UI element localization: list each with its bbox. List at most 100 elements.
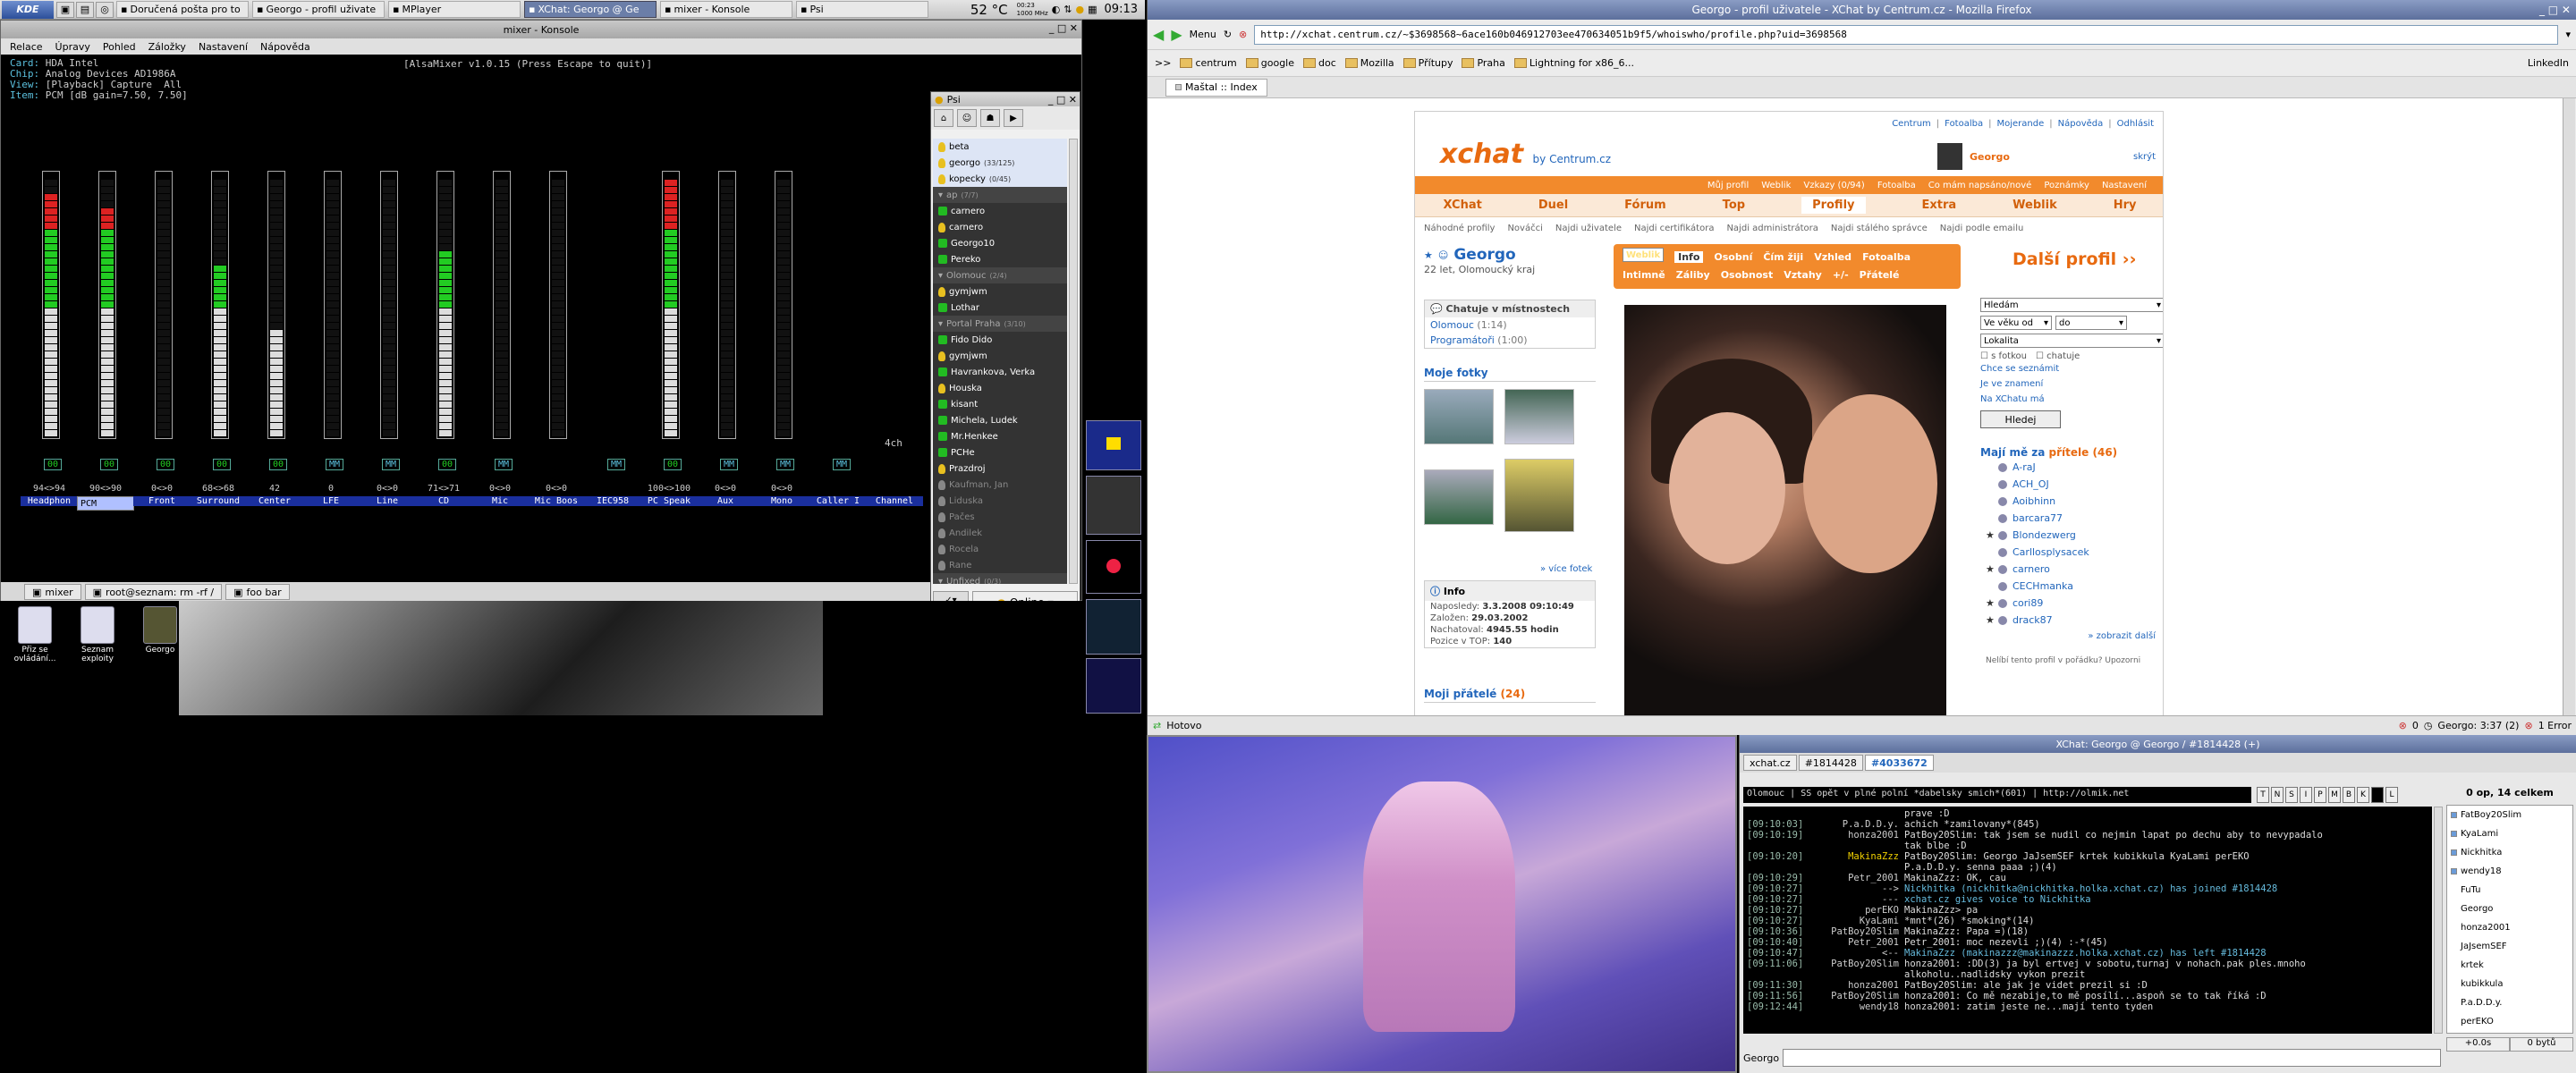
location-select[interactable]: Lokalita ▾ bbox=[1980, 334, 2163, 348]
roster-item[interactable]: gymjwm bbox=[933, 348, 1067, 364]
mute-indicator[interactable]: MM bbox=[495, 459, 513, 470]
subnav-item[interactable]: Najdi uživatele bbox=[1555, 224, 1622, 233]
channel-name[interactable]: Line bbox=[359, 496, 416, 506]
next-profile-link[interactable]: Další profil ›› bbox=[2012, 249, 2136, 269]
profile-photo[interactable] bbox=[1624, 305, 1946, 715]
chatting-checkbox[interactable]: ☐ chatuje bbox=[2036, 351, 2080, 361]
desktop-icon-1[interactable]: Přiz se ovládání... bbox=[7, 606, 63, 663]
mode-button[interactable]: L bbox=[2385, 787, 2398, 803]
profile-tab[interactable]: Weblik bbox=[1623, 248, 1665, 262]
subnav-item[interactable]: Najdi podle emailu bbox=[1940, 224, 2024, 233]
friend-item[interactable]: Aoibhinn bbox=[1980, 493, 2163, 510]
nav-item[interactable]: Hry bbox=[2114, 199, 2137, 212]
mixer-channel-bar[interactable] bbox=[267, 171, 289, 439]
mode-button[interactable]: N bbox=[2271, 787, 2284, 803]
channel-name[interactable]: PCM bbox=[77, 496, 134, 511]
user-list-item[interactable]: kubikkula bbox=[2447, 975, 2572, 993]
kde-menu-button[interactable]: KDE bbox=[2, 0, 54, 19]
user-list-item[interactable]: JaJsemSEF bbox=[2447, 937, 2572, 956]
user-menu-link[interactable]: Vzkazy (0/94) bbox=[1803, 181, 1864, 190]
roster-item[interactable]: kisant bbox=[933, 396, 1067, 412]
clock[interactable]: 09:13 bbox=[1101, 3, 1141, 16]
roster-item[interactable]: gymjwm bbox=[933, 283, 1067, 300]
konsole-titlebar[interactable]: mixer - Konsole _ □ ✕ bbox=[1, 21, 1081, 38]
bookmark[interactable]: Lightning for x86_6... bbox=[1513, 57, 1634, 69]
profile-tab[interactable]: Info bbox=[1674, 250, 1704, 263]
profile-tab[interactable]: Přátelé bbox=[1860, 269, 1900, 281]
channel-name[interactable]: Headphon bbox=[21, 496, 78, 506]
search-link[interactable]: Na XChatu má bbox=[1980, 392, 2163, 407]
top-link[interactable]: Centrum bbox=[1892, 119, 1931, 129]
show-more-link[interactable]: » zobrazit další bbox=[1980, 629, 2163, 644]
friend-item[interactable]: ★ carnero bbox=[1980, 561, 2163, 578]
username[interactable]: Georgo bbox=[1970, 151, 2010, 163]
tab-mastal[interactable]: Maštal :: Index bbox=[1165, 78, 1267, 97]
clipboard-icon[interactable]: ▦ bbox=[1088, 4, 1097, 15]
user-list-item[interactable]: P.a.D.D.y. bbox=[2447, 993, 2572, 1012]
room-item[interactable]: Programátoři (1:00) bbox=[1425, 333, 1595, 348]
task-button[interactable]: ▪ Psi bbox=[796, 1, 928, 18]
mute-indicator[interactable]: 00 bbox=[44, 459, 62, 470]
konsole-menu-item[interactable]: Nastavení bbox=[199, 41, 248, 53]
roster-item[interactable]: ▾ Portal Praha (3/10) bbox=[933, 316, 1067, 332]
friend-item[interactable]: ACH_OJ bbox=[1980, 476, 2163, 493]
roster-item[interactable]: carnero bbox=[933, 219, 1067, 235]
menu-button[interactable]: Menu bbox=[1190, 29, 1216, 40]
nick-button[interactable]: Georgo bbox=[1743, 1052, 1779, 1064]
roster-item[interactable]: Michela, Ludek bbox=[933, 412, 1067, 428]
channel-name[interactable]: Front bbox=[133, 496, 191, 506]
mute-indicator[interactable]: 00 bbox=[213, 459, 231, 470]
alsamixer-terminal[interactable]: Card: HDA Intel Chip: Analog Devices AD1… bbox=[1, 55, 931, 582]
mixer-channel-bar[interactable] bbox=[42, 171, 64, 439]
mute-indicator[interactable]: MM bbox=[833, 459, 851, 470]
user-list-item[interactable]: wendy18 bbox=[2447, 862, 2572, 881]
roster-item[interactable]: ▾ Unfixed (0/3) bbox=[933, 573, 1067, 584]
bookmark[interactable]: >> bbox=[1155, 57, 1171, 69]
volume-icon[interactable]: ◐ bbox=[1052, 4, 1061, 15]
friend-item[interactable]: ★ drack87 bbox=[1980, 612, 2163, 629]
mode-button[interactable] bbox=[2371, 787, 2384, 803]
profile-tab[interactable]: Vztahy bbox=[1784, 269, 1822, 281]
user-list-item[interactable]: Georgo bbox=[2447, 900, 2572, 918]
user-menu-link[interactable]: Co mám napsáno/nové bbox=[1928, 181, 2032, 190]
mixer-channel-bar[interactable] bbox=[211, 171, 233, 439]
top-link[interactable]: Odhlásit bbox=[2117, 119, 2154, 129]
profile-tab[interactable]: Osobní bbox=[1714, 251, 1752, 263]
photo-checkbox[interactable]: ☐ s fotkou bbox=[1980, 351, 2027, 361]
photo-thumb-4[interactable] bbox=[1504, 459, 1574, 532]
subnav-item[interactable]: Najdi certifikátora bbox=[1634, 224, 1714, 233]
task-button[interactable]: ▪ mixer - Konsole bbox=[660, 1, 792, 18]
channel-name[interactable]: Mic Boos bbox=[528, 496, 585, 506]
channel-name[interactable]: PC Speak bbox=[640, 496, 698, 506]
roster-scrollbar[interactable] bbox=[1069, 139, 1078, 584]
search-button[interactable]: Hledej bbox=[1980, 410, 2061, 428]
linkedin-bookmark[interactable]: LinkedIn bbox=[2528, 57, 2569, 69]
subnav-item[interactable]: Nováčci bbox=[1507, 224, 1542, 233]
desktop-icon-2[interactable]: Seznam exploity bbox=[70, 606, 125, 663]
roster-item[interactable]: beta bbox=[933, 139, 1067, 155]
psi-titlebar[interactable]: ● Psi _ □ ✕ bbox=[931, 92, 1080, 106]
konsole-menu-item[interactable]: Nápověda bbox=[260, 41, 310, 53]
room-item[interactable]: Olomouc (1:14) bbox=[1425, 317, 1595, 333]
top-link[interactable]: Fotoalba bbox=[1945, 119, 1983, 129]
roster-item[interactable]: Prazdroj bbox=[933, 460, 1067, 477]
home-icon[interactable]: ⌂ bbox=[934, 109, 953, 127]
friend-item[interactable]: Carllosplysacek bbox=[1980, 544, 2163, 561]
user-list-item[interactable]: KyaLami bbox=[2447, 824, 2572, 843]
konsole-tab[interactable]: ▣ root@seznam: rm -rf / bbox=[84, 584, 223, 600]
mode-button[interactable]: M bbox=[2328, 787, 2341, 803]
top-link[interactable]: Mojerande bbox=[1996, 119, 2044, 129]
user-menu-link[interactable]: Můj profil bbox=[1707, 181, 1749, 190]
firefox-titlebar[interactable]: Georgo - profil uživatele - XChat by Cen… bbox=[1148, 0, 2576, 20]
mixer-channel-bar[interactable] bbox=[718, 171, 740, 439]
user-list-item[interactable]: FuTu bbox=[2447, 881, 2572, 900]
roster-item[interactable]: Mr.Henkee bbox=[933, 428, 1067, 444]
konsole-menu-item[interactable]: Relace bbox=[10, 41, 43, 53]
profile-tab[interactable]: Fotoalba bbox=[1862, 251, 1911, 263]
group-icon[interactable]: ☗ bbox=[980, 109, 1000, 127]
chat-scrollbar[interactable] bbox=[2434, 807, 2443, 1034]
subnav-item[interactable]: Náhodné profily bbox=[1424, 224, 1495, 233]
channel-name[interactable]: CD bbox=[415, 496, 472, 506]
pager-thumbnail-5[interactable] bbox=[1086, 658, 1141, 714]
back-icon[interactable]: ◀ bbox=[1153, 26, 1164, 43]
